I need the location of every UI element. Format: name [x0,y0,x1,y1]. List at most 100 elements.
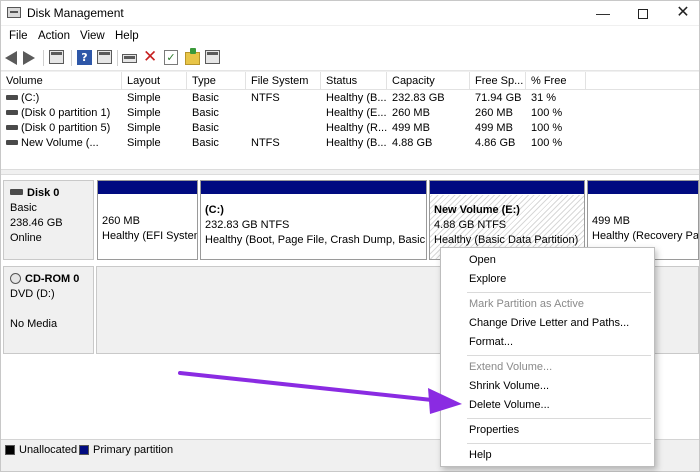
connect-drive-button[interactable] [122,50,139,66]
menu-item-open[interactable]: Open [441,251,654,270]
cell-type: Basic [192,137,219,149]
cell-layout: Simple [127,137,161,149]
volume-icon [6,110,18,115]
properties-button[interactable] [97,50,114,66]
column-header-layout[interactable]: Layout [122,72,187,90]
menu-separator [467,418,651,419]
maximize-icon [638,9,648,20]
cell-free-space: 260 MB [475,107,513,119]
primary-partition-bar [201,181,426,195]
console-icon [205,50,220,64]
primary-partition-bar [588,181,698,195]
cdrom-0-label[interactable]: CD-ROM 0 DVD (D:) No Media [3,266,94,354]
menu-view[interactable]: View [80,30,105,42]
connect-drive-icon [122,54,137,63]
close-button[interactable]: ✕ [665,1,700,25]
forward-arrow-icon [23,51,35,65]
cell-free-space: 71.94 GB [475,92,522,104]
menu-item-delete-volume[interactable]: Delete Volume... [441,396,654,415]
context-menu: Open Explore Mark Partition as Active Ch… [440,247,655,467]
help-button[interactable]: ? [77,50,94,66]
table-row[interactable]: New Volume (... Simple Basic NTFS Health… [1,136,699,151]
cell-status: Healthy (B... [326,137,387,149]
menu-item-shrink-volume[interactable]: Shrink Volume... [441,377,654,396]
cell-volume: (Disk 0 partition 5) [1,121,122,136]
cell-percent-free: 100 % [531,137,563,149]
menu-bar: File Action View Help [1,26,699,46]
cell-capacity: 4.88 GB [392,137,433,149]
menu-item-extend-volume: Extend Volume... [469,361,553,373]
minimize-button[interactable]: — [585,1,621,25]
menu-item-help[interactable]: Help [441,446,654,465]
delete-button[interactable]: ✕ [143,47,160,67]
column-header-volume[interactable]: Volume [1,72,122,90]
menu-separator [467,443,651,444]
menu-item-explore[interactable]: Explore [441,270,654,289]
volume-name: New Volume (... [21,137,99,149]
table-header: Volume Layout Type File System Status Ca… [1,72,699,90]
partition-e-size: 4.88 GB NTFS [434,219,507,231]
folder-button[interactable] [185,48,202,66]
column-header-type[interactable]: Type [187,72,246,90]
volume-list: Volume Layout Type File System Status Ca… [1,72,699,169]
menu-item-format[interactable]: Format... [441,333,654,352]
partition-efi[interactable]: 260 MB Healthy (EFI System [97,180,198,260]
menu-action[interactable]: Action [38,30,70,42]
column-header-file-system[interactable]: File System [246,72,321,90]
column-header-capacity[interactable]: Capacity [387,72,470,90]
back-arrow-icon [5,51,17,65]
checklist-button[interactable]: ✓ [164,50,181,66]
table-row[interactable]: (C:) Simple Basic NTFS Healthy (B... 232… [1,91,699,106]
table-row[interactable]: (Disk 0 partition 5) Simple Basic Health… [1,121,699,136]
partition-c-status: Healthy (Boot, Page File, Crash Dump, Ba… [205,234,427,246]
maximize-button[interactable] [625,1,661,25]
show-hide-console-tree-button[interactable] [49,50,66,66]
partition-e-info: New Volume (E:) 4.88 GB NTFS Healthy (Ba… [434,203,578,248]
cdrom-0-type: DVD (D:) [10,288,55,300]
forward-button[interactable] [23,50,40,66]
partition-e-status: Healthy (Basic Data Partition) [434,234,579,246]
cell-free-space: 4.86 GB [475,137,516,149]
cell-volume: (C:) [1,91,122,106]
table-row[interactable]: (Disk 0 partition 1) Simple Basic Health… [1,106,699,121]
cell-free-space: 499 MB [475,122,513,134]
cdrom-0-status: No Media [10,318,58,330]
properties-icon [97,50,112,64]
partition-c[interactable]: (C:) 232.83 GB NTFS Healthy (Boot, Page … [200,180,427,260]
partition-efi-status: Healthy (EFI System [102,230,198,242]
cdrom-0-name-row: CD-ROM 0 [10,272,87,287]
partition-efi-info: 260 MB Healthy (EFI System [102,214,198,244]
disk-0-label[interactable]: Disk 0 Basic 238.46 GB Online [3,180,94,260]
cell-file-system [246,106,321,121]
partition-efi-size: 260 MB [102,215,140,227]
folder-icon [185,48,200,65]
column-header-status[interactable]: Status [321,72,387,90]
title-bar: Disk Management — ✕ [1,1,699,25]
primary-partition-bar [430,181,584,195]
checklist-icon: ✓ [164,50,178,65]
column-header-free-space[interactable]: Free Sp... [470,72,526,90]
volume-name: (Disk 0 partition 1) [21,107,111,119]
menu-file[interactable]: File [9,30,28,42]
disk-0-size: 238.46 GB [10,217,63,229]
column-header-percent-free[interactable]: % Free [526,72,586,90]
disk-0-name-row: Disk 0 [10,186,87,201]
cell-status: Healthy (E... [326,107,387,119]
menu-item-properties[interactable]: Properties [441,421,654,440]
volume-name: (C:) [21,92,40,104]
menu-item-change-drive-letter[interactable]: Change Drive Letter and Paths... [441,314,654,333]
toolbar: ? ✕ ✓ [1,46,699,71]
menu-separator [467,355,651,356]
partition-c-title: (C:) [205,204,224,216]
back-button[interactable] [5,50,22,66]
primary-partition-bar [98,181,197,195]
legend-primary-partition: Primary partition [93,444,174,456]
volume-icon [6,95,18,100]
partition-recovery-info: 499 MB Healthy (Recovery Part [592,214,698,244]
toolbar-separator [43,50,44,66]
delete-icon: ✕ [143,47,158,67]
menu-help[interactable]: Help [115,30,139,42]
cell-file-system [246,121,321,136]
console-button[interactable] [205,50,222,66]
toolbar-separator [117,50,118,66]
